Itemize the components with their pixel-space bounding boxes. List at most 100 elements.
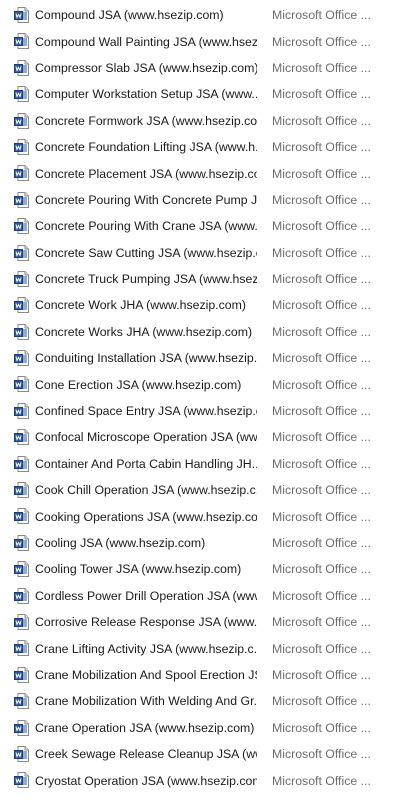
file-row[interactable]: Concrete Work JHA (www.hsezip.com) Micro… (0, 292, 400, 318)
file-name[interactable]: Concrete Foundation Lifting JSA (www.h..… (35, 140, 257, 154)
file-name[interactable]: Concrete Placement JSA (www.hsezip.co... (35, 167, 257, 181)
file-row[interactable]: Cooling JSA (www.hsezip.com) Microsoft O… (0, 530, 400, 556)
file-name[interactable]: Cryostat Operation JSA (www.hsezip.com) (35, 774, 257, 788)
file-type: Microsoft Office ... (272, 667, 371, 682)
file-name[interactable]: Cooling Tower JSA (www.hsezip.com) (35, 562, 257, 576)
file-row[interactable]: Compound JSA (www.hsezip.com) Microsoft … (0, 2, 400, 28)
file-row[interactable]: Concrete Works JHA (www.hsezip.com) Micr… (0, 319, 400, 345)
file-row[interactable]: Compressor Slab JSA (www.hsezip.com) Mic… (0, 55, 400, 81)
file-name[interactable]: Crane Lifting Activity JSA (www.hsezip.c… (35, 642, 257, 656)
file-row[interactable]: Conduiting Installation JSA (www.hsezip.… (0, 345, 400, 371)
file-row[interactable]: Cryostat Operation JSA (www.hsezip.com) … (0, 767, 400, 793)
file-type: Microsoft Office ... (272, 641, 371, 656)
file-name[interactable]: Confined Space Entry JSA (www.hsezip.c..… (35, 404, 257, 418)
file-type: Microsoft Office ... (272, 377, 371, 392)
file-name[interactable]: Crane Mobilization And Spool Erection JS… (35, 668, 257, 682)
file-name[interactable]: Concrete Pouring With Crane JSA (www.... (35, 219, 257, 233)
file-row[interactable]: Confocal Microscope Operation JSA (ww...… (0, 424, 400, 450)
file-row[interactable]: Cone Erection JSA (www.hsezip.com) Micro… (0, 371, 400, 397)
file-type: Microsoft Office ... (272, 60, 371, 75)
file-type: Microsoft Office ... (272, 509, 371, 524)
file-name[interactable]: Cooling JSA (www.hsezip.com) (35, 536, 257, 550)
file-name[interactable]: Container And Porta Cabin Handling JH... (35, 457, 257, 471)
word-document-icon (14, 402, 29, 419)
word-document-icon (14, 112, 29, 129)
word-document-icon (14, 376, 29, 393)
word-document-icon (14, 719, 29, 736)
file-type: Microsoft Office ... (272, 272, 371, 287)
file-name[interactable]: Corrosive Release Response JSA (www.hs..… (35, 615, 257, 629)
word-document-icon (14, 270, 29, 287)
file-row[interactable]: Confined Space Entry JSA (www.hsezip.c..… (0, 398, 400, 424)
word-document-icon (14, 218, 29, 235)
file-row[interactable]: Cordless Power Drill Operation JSA (www.… (0, 583, 400, 609)
file-row[interactable]: Concrete Pouring With Crane JSA (www....… (0, 213, 400, 239)
file-row[interactable]: Corrosive Release Response JSA (www.hs..… (0, 609, 400, 635)
file-row[interactable]: Concrete Formwork JSA (www.hsezip.co... … (0, 108, 400, 134)
word-document-icon (14, 191, 29, 208)
file-name[interactable]: Concrete Works JHA (www.hsezip.com) (35, 325, 257, 339)
word-document-icon (14, 350, 29, 367)
file-row[interactable]: Concrete Foundation Lifting JSA (www.h..… (0, 134, 400, 160)
file-name[interactable]: Cook Chill Operation JSA (www.hsezip.c..… (35, 483, 257, 497)
file-name[interactable]: Confocal Microscope Operation JSA (ww... (35, 430, 257, 444)
file-name[interactable]: Crane Mobilization With Welding And Gr..… (35, 694, 257, 708)
file-name[interactable]: Conduiting Installation JSA (www.hsezip.… (35, 351, 257, 365)
file-name[interactable]: Compound Wall Painting JSA (www.hsez... (35, 35, 257, 49)
word-document-icon (14, 772, 29, 789)
file-row[interactable]: Cook Chill Operation JSA (www.hsezip.c..… (0, 477, 400, 503)
word-document-icon (14, 59, 29, 76)
file-name[interactable]: Concrete Pouring With Concrete Pump J... (35, 193, 257, 207)
file-type: Microsoft Office ... (272, 430, 371, 445)
file-type: Microsoft Office ... (272, 404, 371, 419)
file-type: Microsoft Office ... (272, 562, 371, 577)
file-name[interactable]: Cordless Power Drill Operation JSA (www.… (35, 589, 257, 603)
word-document-icon (14, 165, 29, 182)
file-name[interactable]: Computer Workstation Setup JSA (www.... (35, 87, 257, 101)
file-type: Microsoft Office ... (272, 588, 371, 603)
file-row[interactable]: Creek Sewage Release Cleanup JSA (www...… (0, 741, 400, 767)
file-row[interactable]: Concrete Pouring With Concrete Pump J...… (0, 187, 400, 213)
file-name[interactable]: Concrete Truck Pumping JSA (www.hsezi... (35, 272, 257, 286)
file-name[interactable]: Creek Sewage Release Cleanup JSA (www... (35, 747, 257, 761)
file-type: Microsoft Office ... (272, 8, 371, 23)
file-name[interactable]: Compressor Slab JSA (www.hsezip.com) (35, 61, 257, 75)
word-document-icon (14, 7, 29, 23)
file-row[interactable]: Crane Operation JSA (www.hsezip.com) Mic… (0, 715, 400, 741)
file-type: Microsoft Office ... (272, 773, 371, 788)
file-row[interactable]: Compound Wall Painting JSA (www.hsez... … (0, 28, 400, 54)
file-row[interactable]: Cooking Operations JSA (www.hsezip.com) … (0, 503, 400, 529)
file-row[interactable]: Concrete Truck Pumping JSA (www.hsezi...… (0, 266, 400, 292)
file-row[interactable]: Crane Mobilization With Welding And Gr..… (0, 688, 400, 714)
word-document-icon (14, 640, 29, 657)
word-document-icon (14, 429, 29, 446)
file-type: Microsoft Office ... (272, 166, 371, 181)
file-type: Microsoft Office ... (272, 694, 371, 709)
file-type: Microsoft Office ... (272, 324, 371, 339)
word-document-icon (14, 561, 29, 578)
file-type: Microsoft Office ... (272, 351, 371, 366)
word-document-icon (14, 508, 29, 525)
file-name[interactable]: Concrete Work JHA (www.hsezip.com) (35, 298, 257, 312)
word-document-icon (14, 455, 29, 472)
word-document-icon (14, 323, 29, 340)
word-document-icon (14, 138, 29, 155)
file-name[interactable]: Compound JSA (www.hsezip.com) (35, 8, 257, 22)
file-row[interactable]: Crane Lifting Activity JSA (www.hsezip.c… (0, 635, 400, 661)
file-name[interactable]: Cooking Operations JSA (www.hsezip.com) (35, 510, 257, 524)
file-type: Microsoft Office ... (272, 456, 371, 471)
file-type: Microsoft Office ... (272, 245, 371, 260)
file-row[interactable]: Crane Mobilization And Spool Erection JS… (0, 662, 400, 688)
file-row[interactable]: Concrete Saw Cutting JSA (www.hsezip.c..… (0, 240, 400, 266)
file-row[interactable]: Container And Porta Cabin Handling JH...… (0, 451, 400, 477)
file-name[interactable]: Cone Erection JSA (www.hsezip.com) (35, 378, 257, 392)
word-document-icon (14, 534, 29, 551)
file-type: Microsoft Office ... (272, 87, 371, 102)
file-row[interactable]: Concrete Placement JSA (www.hsezip.co...… (0, 160, 400, 186)
file-row[interactable]: Cooling Tower JSA (www.hsezip.com) Micro… (0, 556, 400, 582)
file-row[interactable]: Computer Workstation Setup JSA (www.... … (0, 81, 400, 107)
file-name[interactable]: Concrete Formwork JSA (www.hsezip.co... (35, 114, 257, 128)
file-name[interactable]: Crane Operation JSA (www.hsezip.com) (35, 721, 257, 735)
word-document-icon (14, 587, 29, 604)
file-name[interactable]: Concrete Saw Cutting JSA (www.hsezip.c..… (35, 246, 257, 260)
